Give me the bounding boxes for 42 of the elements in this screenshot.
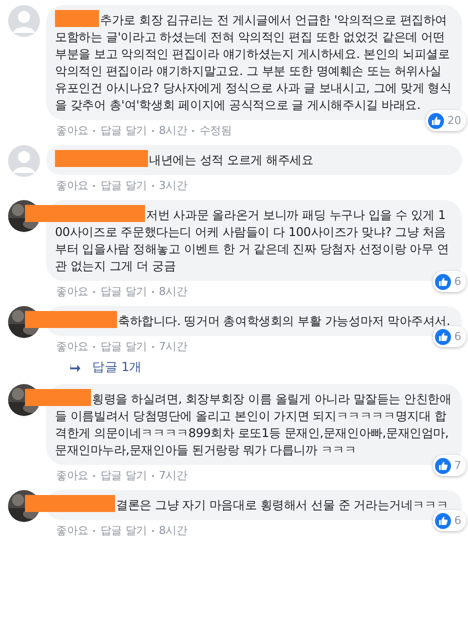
comment-text: 추가로 회장 김규리는 전 게시글에서 언급한 '악의적으로 편집하여 모함하는 글'이라고 하셨는데 전혀 악의적인 편집 또한 없었것 같은데 어떤 부분을 보고 악의적인 편집이라 얘기하셨는지 게시하세요. 본인의 뇌피셜로 악의적인 편집이라 얘기하지말고요. 그 부분 또한 명예훼손 또는 허위사실유포인건 아시나요? 당사자에게 정식으로 사과 글 보내시고, 그에 맞게 형식을 갖추어 총'여'학생회 페이지에 공식적으로 글 게시해주시길 바래요. <box>55 13 452 112</box>
like-count: 6 <box>454 329 461 345</box>
edited-label: 수정됨 <box>199 123 232 138</box>
replies-link[interactable]: 답글 1개 <box>92 359 142 376</box>
timestamp[interactable]: 3시간 <box>158 178 188 193</box>
like-icon <box>435 328 452 344</box>
like-icon <box>435 274 452 290</box>
comment-text: 축하합니다. 띵거머 총여학생회의 부활 가능성마저 막아주셔서. <box>118 314 450 328</box>
timestamp[interactable]: 7시간 <box>158 339 188 354</box>
timestamp[interactable]: 8시간 <box>158 523 188 538</box>
timestamp[interactable]: 8시간 <box>158 284 188 299</box>
reaction-count[interactable]: 6 <box>433 510 466 531</box>
like-link[interactable]: 좋아요 <box>56 123 88 138</box>
like-count: 7 <box>454 458 461 474</box>
reply-arrow-icon <box>70 362 82 372</box>
like-link[interactable]: 좋아요 <box>56 339 88 354</box>
reply-link[interactable]: 답글 달기 <box>100 523 147 538</box>
like-count: 6 <box>454 513 461 529</box>
comment-text: 횡령을 하실려면, 회장부회장 이름 올릴게 아니라 말잘듣는 안친한애들 이름빌려서 당첨명단에 올리고 본인이 가지면 되지ㅋㅋㅋㅋㅋ명지대 합격한게 의문이네ㅋㅋㅋㅋ899회차 로또1등 문재인,문재인아빠,문재인엄마,문재인마누라,문재인아들 된거랑랑 뭐가 다릅니까 ㅋㅋㅋ <box>55 392 452 457</box>
comment-text: 저번 사과문 올라온거 보니까 패딩 누구나 입을 수 있게 100사이즈로 주문했다는디 어케 사람들이 다 100사이즈가 맞냐? 그냥 처음부터 입을사람 정해놓고 이벤트 한 거 같은데 진짜 당첨자 선정이랑 아무 연관 없는지 그게 더 궁금 <box>55 208 449 273</box>
timestamp[interactable]: 8시간 <box>158 123 188 138</box>
reaction-count[interactable]: 6 <box>433 271 466 292</box>
timestamp[interactable]: 7시간 <box>158 468 188 483</box>
like-count: 6 <box>454 274 461 290</box>
reply-link[interactable]: 답글 달기 <box>100 123 147 138</box>
like-count: 20 <box>447 113 461 129</box>
like-icon <box>428 112 444 128</box>
reaction-count[interactable]: 20 <box>426 110 466 131</box>
like-link[interactable]: 좋아요 <box>56 284 88 299</box>
like-link[interactable]: 좋아요 <box>56 178 88 193</box>
reaction-count[interactable]: 6 <box>433 326 466 347</box>
reaction-count[interactable]: 7 <box>433 455 466 476</box>
comment-text: 결론은 그냥 자기 마음대로 횡령해서 선물 준 거라는거네ㅋㅋㅋ <box>116 498 448 512</box>
reply-link[interactable]: 답글 달기 <box>100 339 147 354</box>
reply-link[interactable]: 답글 달기 <box>100 284 147 299</box>
like-link[interactable]: 좋아요 <box>56 523 88 538</box>
reply-link[interactable]: 답글 달기 <box>100 178 147 193</box>
comment-text: 내년에는 성적 오르게 해주세요 <box>149 153 314 167</box>
like-icon <box>435 512 452 528</box>
like-icon <box>435 458 452 474</box>
like-link[interactable]: 좋아요 <box>56 468 88 483</box>
reply-link[interactable]: 답글 달기 <box>100 468 147 483</box>
